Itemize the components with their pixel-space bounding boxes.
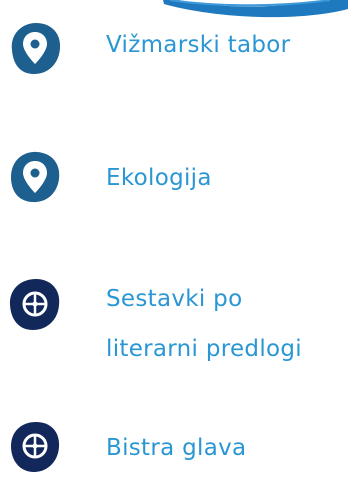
menu-item-label[interactable]: Vižmarski tabor [106, 24, 290, 66]
wheel-icon [9, 279, 60, 330]
menu-item-label-line2[interactable]: literarni predlogi [106, 326, 302, 372]
menu-item-label-line1[interactable]: Sestavki po [106, 276, 242, 322]
menu-page: Vižmarski tabor Ekologija Sestavki po li… [0, 0, 348, 499]
brush-stroke-decoration [163, 0, 348, 18]
location-pin-icon [11, 23, 61, 74]
menu-item-label[interactable]: Ekologija [106, 157, 212, 199]
menu-item-label[interactable]: Bistra glava [106, 427, 246, 469]
location-pin-icon [11, 151, 60, 203]
wheel-icon [11, 422, 60, 472]
